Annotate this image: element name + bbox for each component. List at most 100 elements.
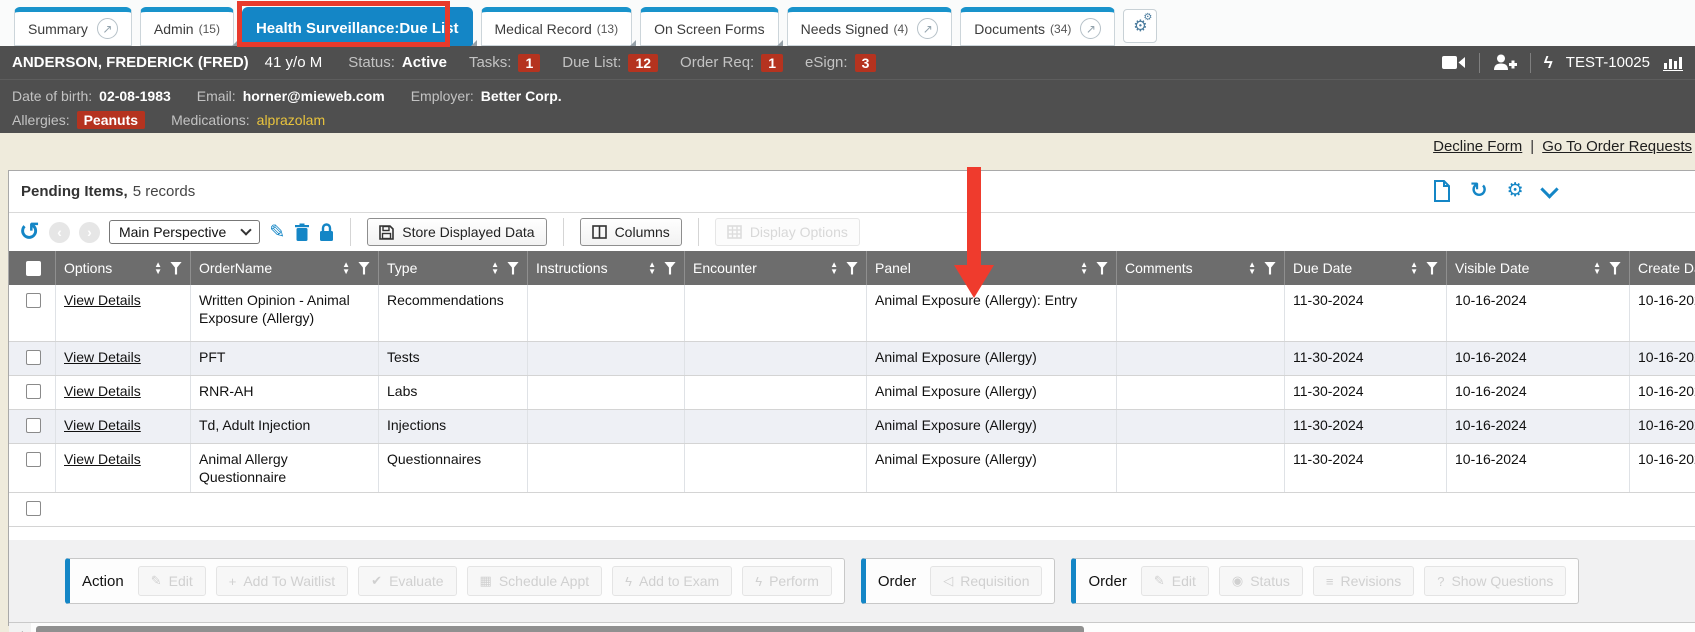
new-document-icon[interactable]: [1433, 180, 1451, 202]
status-button[interactable]: ◉ Status: [1219, 566, 1303, 596]
panel-settings-gear-icon[interactable]: ⚙: [1507, 181, 1524, 201]
edit-perspective-pencil-icon[interactable]: ✎: [269, 221, 285, 244]
panel-header: Pending Items, 5 records ↻ ⚙: [9, 171, 1695, 213]
collapse-chevron-down-icon[interactable]: [1540, 180, 1558, 198]
order-edit-button[interactable]: ✎ Edit: [1141, 566, 1209, 596]
filter-funnel-icon[interactable]: [1096, 262, 1108, 275]
next-perspective-icon[interactable]: ›: [79, 222, 100, 243]
scrollbar-thumb[interactable]: [36, 626, 1084, 632]
sort-icon[interactable]: ▲▼: [1410, 261, 1418, 275]
column-header-comments[interactable]: Comments: [1125, 260, 1193, 276]
filter-funnel-icon[interactable]: [507, 262, 519, 275]
column-header-type[interactable]: Type: [387, 260, 417, 276]
row-checkbox[interactable]: [26, 384, 41, 399]
due-list-count-badge[interactable]: 12: [628, 54, 658, 72]
prev-perspective-icon[interactable]: ‹: [49, 222, 70, 243]
row-checkbox[interactable]: [26, 418, 41, 433]
view-details-link[interactable]: View Details: [64, 417, 141, 433]
cell-type: Questionnaires: [379, 444, 528, 492]
add-person-icon[interactable]: [1493, 54, 1517, 71]
schedule-appt-button[interactable]: ▦ Schedule Appt: [467, 566, 603, 596]
undo-icon[interactable]: ↺: [19, 220, 40, 244]
revisions-button[interactable]: ≡ Revisions: [1313, 566, 1414, 596]
tab-on-screen-forms[interactable]: On Screen Forms: [640, 7, 778, 46]
filter-funnel-icon[interactable]: [1609, 262, 1621, 275]
popout-icon[interactable]: ↗: [97, 18, 118, 39]
evaluate-button[interactable]: ✔ Evaluate: [358, 566, 456, 596]
column-header-visible-date[interactable]: Visible Date: [1455, 260, 1529, 276]
cell-panel: Animal Exposure (Allergy): Entry: [867, 285, 1117, 341]
popout-icon[interactable]: ↗: [1080, 18, 1101, 39]
sort-icon[interactable]: ▲▼: [491, 261, 499, 275]
filter-funnel-icon[interactable]: [358, 262, 370, 275]
allergy-badge[interactable]: Peanuts: [77, 111, 145, 129]
edit-button[interactable]: ✎ Edit: [138, 566, 206, 596]
sort-icon[interactable]: ▲▼: [648, 261, 656, 275]
scroll-left-arrow-icon[interactable]: ◂: [9, 623, 31, 632]
show-questions-button[interactable]: ? Show Questions: [1424, 566, 1566, 596]
row-checkbox[interactable]: [26, 501, 41, 516]
bar-chart-icon[interactable]: [1663, 55, 1683, 71]
tab-count: (15): [199, 22, 220, 36]
perspective-select[interactable]: Main Perspective: [109, 220, 260, 244]
filter-funnel-icon[interactable]: [170, 262, 182, 275]
sort-icon[interactable]: ▲▼: [830, 261, 838, 275]
delete-perspective-trash-icon[interactable]: [294, 223, 310, 242]
view-details-link[interactable]: View Details: [64, 451, 141, 467]
refresh-icon[interactable]: ↻: [1470, 181, 1488, 201]
row-checkbox[interactable]: [26, 350, 41, 365]
row-checkbox[interactable]: [26, 293, 41, 308]
tab-health-surveillance-due-list[interactable]: Health Surveillance:Due List: [242, 7, 473, 46]
sort-icon[interactable]: ▲▼: [1080, 261, 1088, 275]
decline-form-link[interactable]: Decline Form: [1433, 138, 1522, 155]
column-header-due-date[interactable]: Due Date: [1293, 260, 1352, 276]
sort-icon[interactable]: ▲▼: [154, 261, 162, 275]
lightning-icon[interactable]: ϟ: [1544, 53, 1553, 73]
table-row: View Details RNR-AH Labs Animal Exposure…: [9, 376, 1695, 410]
tab-settings-gears-button[interactable]: ⚙ ⚙: [1123, 9, 1157, 43]
filter-funnel-icon[interactable]: [846, 262, 858, 275]
display-options-button[interactable]: Display Options: [715, 218, 860, 246]
filter-funnel-icon[interactable]: [1264, 262, 1276, 275]
menu-icon: ≡: [1326, 574, 1334, 589]
select-all-checkbox[interactable]: [26, 261, 41, 276]
column-header-encounter[interactable]: Encounter: [693, 260, 757, 276]
popout-icon[interactable]: ↗: [917, 18, 938, 39]
requisition-button[interactable]: ◁ Requisition: [930, 566, 1042, 596]
row-checkbox[interactable]: [26, 452, 41, 467]
cell-create-date: 10-16-2024: [1630, 342, 1695, 375]
tasks-count-badge[interactable]: 1: [518, 54, 540, 72]
add-to-waitlist-button[interactable]: + Add To Waitlist: [216, 566, 348, 596]
column-header-panel[interactable]: Panel: [875, 260, 911, 276]
view-details-link[interactable]: View Details: [64, 292, 141, 308]
tab-medical-record[interactable]: Medical Record (13): [481, 7, 633, 46]
order-req-count-badge[interactable]: 1: [761, 54, 783, 72]
column-header-ordername[interactable]: OrderName: [199, 260, 272, 276]
tab-count: (34): [1050, 22, 1071, 36]
tab-needs-signed[interactable]: Needs Signed (4) ↗: [787, 7, 953, 46]
sort-icon[interactable]: ▲▼: [1593, 261, 1601, 275]
tab-admin[interactable]: Admin (15): [140, 7, 234, 46]
store-displayed-data-button[interactable]: Store Displayed Data: [367, 218, 546, 246]
column-header-instructions[interactable]: Instructions: [536, 260, 608, 276]
column-header-options[interactable]: Options: [64, 260, 112, 276]
filter-funnel-icon[interactable]: [1426, 262, 1438, 275]
go-to-order-requests-link[interactable]: Go To Order Requests: [1542, 138, 1692, 155]
perform-button[interactable]: ϟ Perform: [742, 566, 832, 596]
add-to-exam-button[interactable]: ϟ Add to Exam: [612, 566, 732, 596]
column-header-create-date[interactable]: Create Date: [1638, 260, 1695, 276]
tab-bar: Summary ↗ Admin (15) Health Surveillance…: [0, 0, 1695, 46]
lock-perspective-icon[interactable]: [319, 223, 334, 242]
video-camera-icon[interactable]: [1442, 55, 1466, 70]
view-details-link[interactable]: View Details: [64, 349, 141, 365]
esign-count-badge[interactable]: 3: [855, 54, 877, 72]
view-details-link[interactable]: View Details: [64, 383, 141, 399]
tab-summary[interactable]: Summary ↗: [14, 7, 132, 46]
tab-documents[interactable]: Documents (34) ↗: [960, 7, 1115, 46]
filter-funnel-icon[interactable]: [664, 262, 676, 275]
sort-icon[interactable]: ▲▼: [342, 261, 350, 275]
medication-value[interactable]: alprazolam: [257, 112, 325, 128]
select-caret-icon: [241, 224, 252, 235]
columns-button[interactable]: Columns: [580, 218, 682, 246]
sort-icon[interactable]: ▲▼: [1248, 261, 1256, 275]
